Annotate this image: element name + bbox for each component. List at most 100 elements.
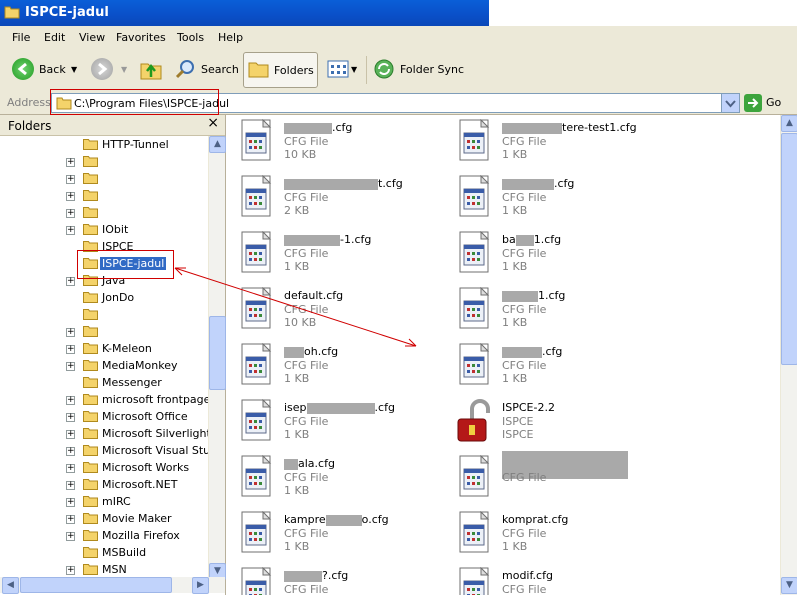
tree-horizontal-scrollbar[interactable]: ◀ ▶ xyxy=(0,577,225,594)
forward-button[interactable]: ▼ xyxy=(88,52,132,86)
expand-icon[interactable]: + xyxy=(66,175,75,184)
file-name-end: ?.cfg xyxy=(322,569,349,582)
views-button[interactable]: ▼ xyxy=(323,52,363,86)
tree-item[interactable]: + xyxy=(0,324,208,341)
tree-vertical-scrollbar[interactable]: ▲ ▼ xyxy=(208,136,226,580)
folders-button[interactable]: Folders xyxy=(243,52,318,88)
tree-item[interactable]: JonDo xyxy=(0,290,208,307)
tree-item-label: Messenger xyxy=(102,376,162,389)
tree-item[interactable]: + Microsoft.NET xyxy=(0,477,208,494)
expand-icon[interactable]: + xyxy=(66,209,75,218)
back-dropdown-icon[interactable]: ▼ xyxy=(71,65,77,74)
file-size: 1 KB xyxy=(502,316,528,329)
expand-icon[interactable]: + xyxy=(66,345,75,354)
file-name-start: kampre xyxy=(284,513,326,526)
sync-icon xyxy=(374,59,394,79)
file-item[interactable]: ala.cfg CFG File 1 KB xyxy=(226,451,436,507)
scroll-up-icon[interactable]: ▲ xyxy=(781,115,797,132)
tree-item[interactable]: + Microsoft Works xyxy=(0,460,208,477)
expand-icon[interactable]: + xyxy=(66,158,75,167)
tree-item[interactable]: + Microsoft Silverlight xyxy=(0,426,208,443)
content-vertical-scrollbar[interactable]: ▲ ▼ xyxy=(780,115,797,595)
menu-tools[interactable]: Tools xyxy=(177,31,204,44)
expand-icon[interactable]: + xyxy=(66,430,75,439)
expand-icon[interactable]: + xyxy=(66,328,75,337)
expand-icon[interactable]: + xyxy=(66,362,75,371)
file-item[interactable]: .cfg CFG File 1 KB xyxy=(444,171,654,227)
tree-item[interactable]: Messenger xyxy=(0,375,208,392)
file-item[interactable]: tere-test1.cfg CFG File 1 KB xyxy=(444,115,654,171)
tree-item[interactable]: + microsoft frontpage xyxy=(0,392,208,409)
menu-file[interactable]: File xyxy=(12,31,30,44)
expand-icon[interactable]: + xyxy=(66,192,75,201)
views-icon xyxy=(327,60,349,78)
expand-icon[interactable]: + xyxy=(66,396,75,405)
close-icon[interactable]: × xyxy=(207,115,219,131)
folders-pane: Folders × HTTP-Tunnel + + + + + IObit ISPCE ISPC… xyxy=(0,115,226,595)
address-dropdown-icon[interactable] xyxy=(721,94,739,112)
expand-icon[interactable]: + xyxy=(66,532,75,541)
tree-item[interactable]: + K-Meleon xyxy=(0,341,208,358)
tree-item[interactable] xyxy=(0,307,208,324)
file-item[interactable]: CFG File xyxy=(444,451,654,507)
views-dropdown-icon[interactable]: ▼ xyxy=(351,65,357,74)
file-item[interactable]: komprat.cfg CFG File 1 KB xyxy=(444,507,654,563)
tree-item[interactable]: + Microsoft Visual Studio xyxy=(0,443,208,460)
up-folder-icon[interactable] xyxy=(139,57,163,81)
file-item[interactable]: kampre o.cfg CFG File 1 KB xyxy=(226,507,436,563)
file-item[interactable]: ba 1.cfg CFG File 1 KB xyxy=(444,227,654,283)
expand-icon[interactable]: + xyxy=(66,226,75,235)
menu-help[interactable]: Help xyxy=(218,31,243,44)
file-item[interactable]: 1.cfg CFG File 1 KB xyxy=(444,283,654,339)
tree-item[interactable]: + xyxy=(0,154,208,171)
file-item[interactable]: oh.cfg CFG File 1 KB xyxy=(226,339,436,395)
tree-item[interactable]: + Microsoft Office xyxy=(0,409,208,426)
scroll-right-icon[interactable]: ▶ xyxy=(192,577,209,594)
file-item[interactable]: isep .cfg CFG File 1 KB xyxy=(226,395,436,451)
back-button[interactable]: Back ▼ xyxy=(8,52,84,86)
expand-icon[interactable]: + xyxy=(66,566,75,575)
expand-icon[interactable]: + xyxy=(66,498,75,507)
tree-item[interactable]: + xyxy=(0,205,208,222)
expand-icon[interactable]: + xyxy=(66,447,75,456)
tree-item[interactable]: + IObit xyxy=(0,222,208,239)
file-item[interactable]: ?.cfg CFG File xyxy=(226,563,436,595)
file-item[interactable]: modif.cfg CFG File xyxy=(444,563,654,595)
file-item[interactable]: ISPCE-2.2 ISPCE ISPCE xyxy=(444,395,654,451)
folder-sync-button[interactable]: Folder Sync xyxy=(371,52,464,86)
tree-item[interactable]: + mIRC xyxy=(0,494,208,511)
search-button[interactable]: Search xyxy=(172,52,239,86)
expand-icon[interactable]: + xyxy=(66,515,75,524)
menu-view[interactable]: View xyxy=(79,31,105,44)
tree-item[interactable]: + MediaMonkey xyxy=(0,358,208,375)
menu-edit[interactable]: Edit xyxy=(44,31,65,44)
hscroll-thumb[interactable] xyxy=(20,577,172,593)
tree-item[interactable]: MSBuild xyxy=(0,545,208,562)
back-arrow-icon xyxy=(12,58,34,80)
tree-item[interactable]: + Mozilla Firefox xyxy=(0,528,208,545)
tree-item[interactable]: + xyxy=(0,171,208,188)
redacted-text xyxy=(515,234,534,246)
file-type: CFG File xyxy=(284,527,329,540)
scroll-down-icon[interactable]: ▼ xyxy=(781,577,797,594)
forward-dropdown-icon[interactable]: ▼ xyxy=(121,65,127,74)
file-item[interactable]: .cfg CFG File 10 KB xyxy=(226,115,436,171)
tree-item[interactable]: + xyxy=(0,188,208,205)
file-item[interactable]: -1.cfg CFG File 1 KB xyxy=(226,227,436,283)
scroll-left-icon[interactable]: ◀ xyxy=(2,577,19,594)
file-item[interactable]: .cfg CFG File 1 KB xyxy=(444,339,654,395)
scroll-thumb[interactable] xyxy=(209,316,226,390)
file-name: ISPCE-2.2 xyxy=(502,401,555,414)
file-item[interactable]: t.cfg CFG File 2 KB xyxy=(226,171,436,227)
file-item[interactable]: default.cfg CFG File 10 KB xyxy=(226,283,436,339)
tree-item[interactable]: + Movie Maker xyxy=(0,511,208,528)
expand-icon[interactable]: + xyxy=(66,277,75,286)
tree-item[interactable]: HTTP-Tunnel xyxy=(0,137,208,154)
expand-icon[interactable]: + xyxy=(66,481,75,490)
scroll-up-icon[interactable]: ▲ xyxy=(209,136,226,153)
expand-icon[interactable]: + xyxy=(66,464,75,473)
expand-icon[interactable]: + xyxy=(66,413,75,422)
tree-item-label: Microsoft Visual Studio xyxy=(102,444,208,457)
menu-favorites[interactable]: Favorites xyxy=(116,31,166,44)
scroll-thumb[interactable] xyxy=(781,133,797,365)
